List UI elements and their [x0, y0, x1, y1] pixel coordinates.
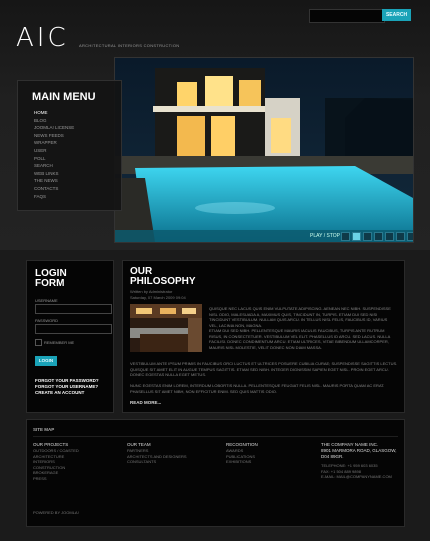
- password-label: PASSWORD: [35, 318, 59, 323]
- create-account-link[interactable]: CREATE AN ACCOUNT: [35, 390, 84, 395]
- main-menu-title: MAIN MENU: [32, 91, 96, 103]
- footer-column-recognition: RECOGNITION AWARDS PUBLICATIONS EXHIBITI…: [226, 442, 258, 465]
- forgot-password-link[interactable]: FORGOT YOUR PASSWORD?: [35, 378, 99, 383]
- menu-item-home[interactable]: HOME: [34, 109, 74, 117]
- remember-checkbox[interactable]: [35, 339, 42, 346]
- menu-item-blog[interactable]: BLOG: [34, 117, 74, 125]
- footer: SITE MAP OUR PROJECTS OUTDOORS / COASTED…: [26, 419, 405, 527]
- article-author: Written by Administrator: [130, 289, 173, 294]
- menu-item-web-links[interactable]: WEB LINKS: [34, 170, 74, 178]
- menu-item-contacts[interactable]: CONTACTS: [34, 185, 74, 193]
- powered-by: POWERED BY JOOMLA!: [33, 510, 79, 515]
- username-label: USERNAME: [35, 298, 58, 303]
- search-input[interactable]: [309, 9, 385, 23]
- login-button[interactable]: LOGIN: [35, 356, 57, 366]
- slide-dot[interactable]: [363, 232, 372, 241]
- slider-controls: PLAY / STOP: [115, 230, 413, 242]
- philosophy-title-2: PHILOSOPHY: [130, 276, 196, 287]
- article-paragraph-1: QUISQUE NEC LACUS QUIS ENIM VULPUTATE AD…: [209, 306, 391, 328]
- menu-item-user[interactable]: USER: [34, 147, 74, 155]
- hero-slider: PLAY / STOP: [114, 57, 414, 243]
- login-panel: LOGIN FORM USERNAME PASSWORD REMEMBER ME…: [26, 260, 114, 413]
- philosophy-panel: OUR PHILOSOPHY Written by Administrator …: [122, 260, 405, 413]
- slide-dot[interactable]: [407, 232, 413, 241]
- slide-dots: [341, 232, 413, 241]
- main-menu-list: HOME BLOG JOOMLA! LICENSE NEWS FEEDS WRA…: [34, 109, 74, 200]
- menu-item-license[interactable]: JOOMLA! LICENSE: [34, 124, 74, 132]
- play-stop-button[interactable]: PLAY / STOP: [310, 233, 340, 239]
- slide-dot[interactable]: [341, 232, 350, 241]
- company-email[interactable]: E-MAIL: MAIL@COMPANYNAME.COM: [321, 474, 397, 480]
- article-date: Saturday, 07 March 2009 09:04: [130, 295, 186, 300]
- footer-column-projects: OUR PROJECTS OUTDOORS / COASTED ARCHITEC…: [33, 442, 79, 481]
- slide-dot[interactable]: [374, 232, 383, 241]
- username-field[interactable]: [35, 304, 112, 314]
- main-menu: MAIN MENU HOME BLOG JOOMLA! LICENSE NEWS…: [17, 80, 122, 211]
- menu-item-news-feeds[interactable]: NEWS FEEDS: [34, 132, 74, 140]
- menu-item-faqs[interactable]: FAQS: [34, 193, 74, 201]
- footer-link[interactable]: OUTDOORS / COASTED: [33, 448, 79, 454]
- menu-item-the-news[interactable]: THE NEWS: [34, 177, 74, 185]
- footer-link[interactable]: EXHIBITIONS: [226, 459, 258, 465]
- company-address-2: D04 89GR.: [321, 454, 344, 459]
- search-button[interactable]: SEARCH: [382, 9, 411, 21]
- article-paragraph-4: NUNC EGESTAS ENIM LOREM, INTERDUM LOBORT…: [130, 383, 385, 394]
- remember-label: REMEMBER ME: [44, 340, 75, 345]
- logo-tagline: ARCHITECTURAL INTERIORS CONSTRUCTION: [79, 43, 180, 48]
- article-paragraph-3: VESTIBULUM ANTE IPSUM PRIMIS IN FAUCIBUS…: [130, 361, 398, 378]
- footer-link[interactable]: PRESS: [33, 476, 79, 482]
- footer-column-team: OUR TEAM PARTNERS ARCHITECTS AND DESIGNE…: [127, 442, 187, 465]
- password-field[interactable]: [35, 324, 112, 334]
- kitchen-image: [130, 304, 202, 352]
- menu-item-search[interactable]: SEARCH: [34, 162, 74, 170]
- site-logo[interactable]: AIC: [16, 23, 69, 53]
- menu-item-wrapper[interactable]: WRAPPER: [34, 139, 74, 147]
- slide-dot[interactable]: [385, 232, 394, 241]
- slide-dot[interactable]: [352, 232, 361, 241]
- menu-item-poll[interactable]: POLL: [34, 155, 74, 163]
- read-more-link[interactable]: READ MORE...: [130, 400, 161, 405]
- footer-link[interactable]: CONSULTANTS: [127, 459, 187, 465]
- forgot-username-link[interactable]: FORGOT YOUR USERNAME?: [35, 384, 98, 389]
- login-title-2: FORM: [35, 278, 65, 289]
- hero-image: [115, 58, 413, 242]
- footer-contact: THE COMPANY NAME INC. 8901 MARMORA ROAD,…: [321, 442, 397, 480]
- slide-dot[interactable]: [396, 232, 405, 241]
- footer-divider: [33, 436, 398, 437]
- footer-title: SITE MAP: [33, 427, 55, 432]
- article-paragraph-2: ETIAM DUI SED NIBH. PELLENTESQUE MAURIS …: [209, 328, 391, 350]
